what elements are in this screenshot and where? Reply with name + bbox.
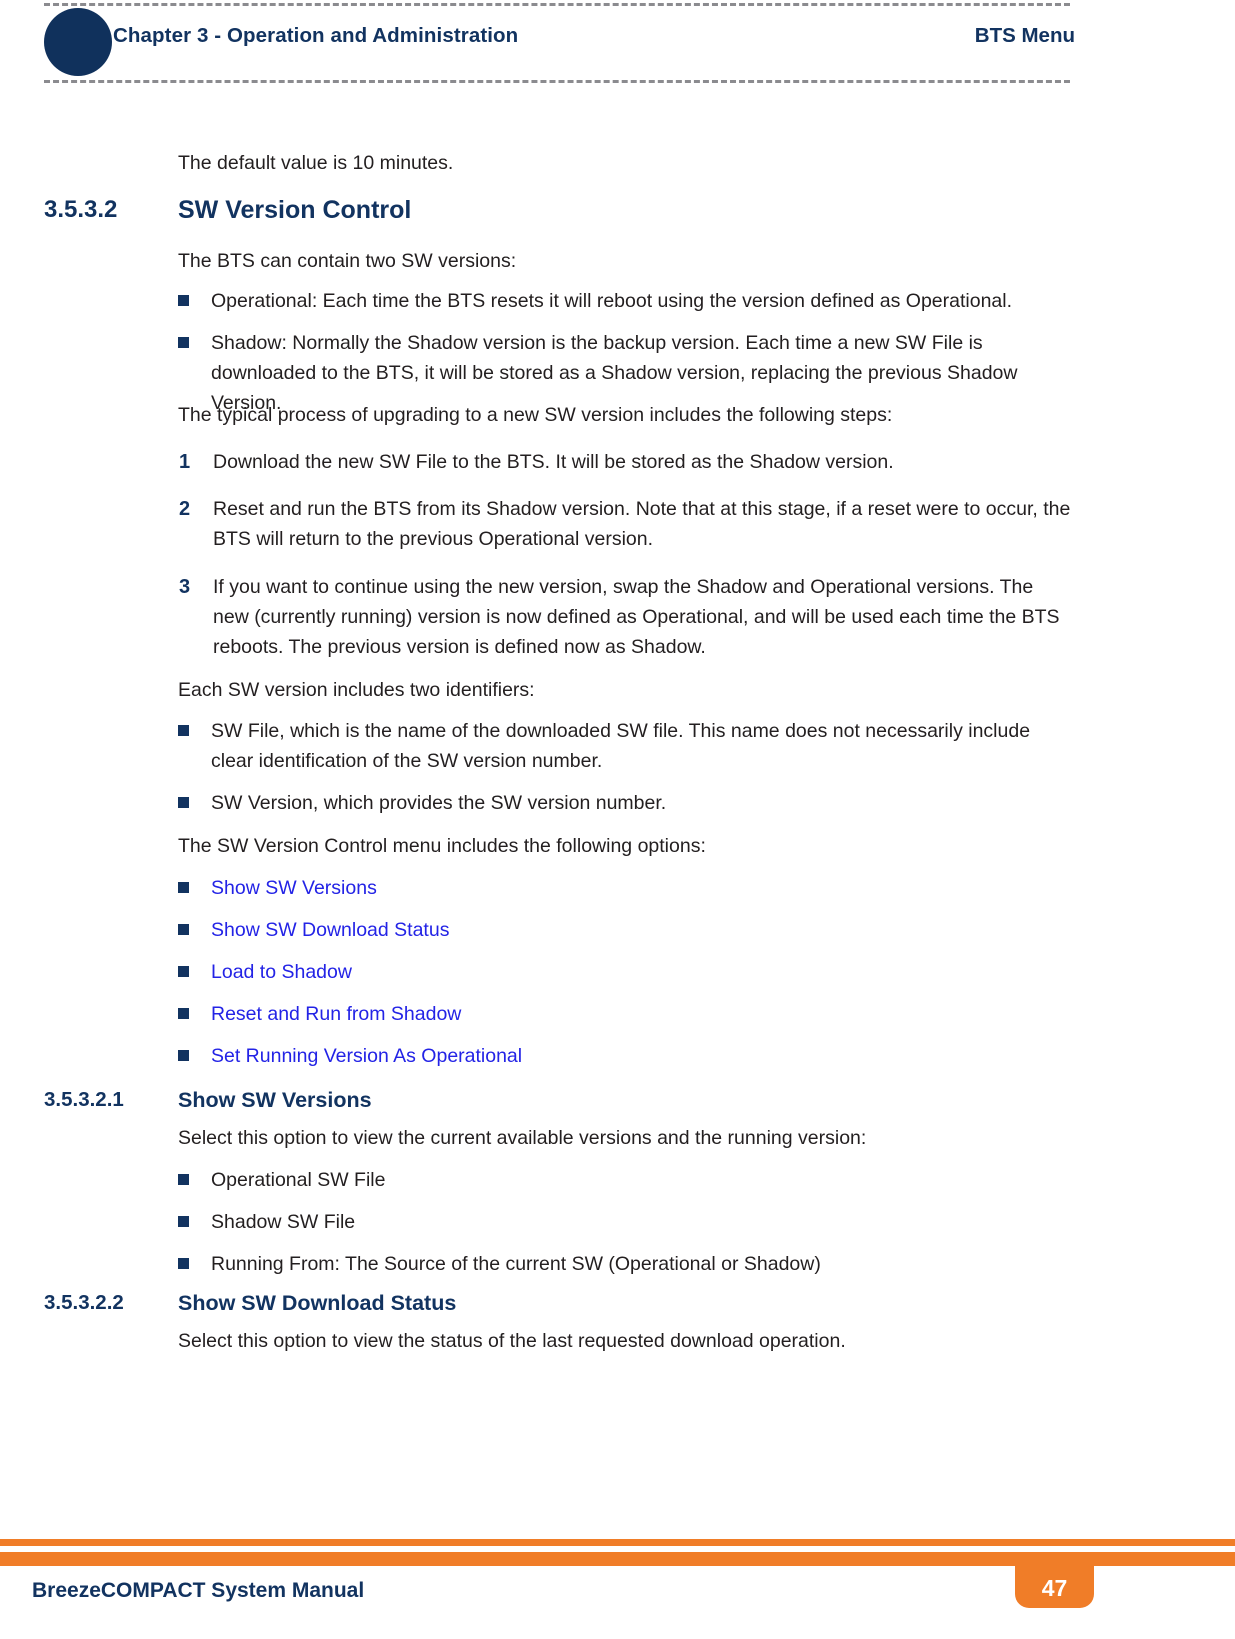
- step-label: If you want to continue using the new ve…: [213, 576, 1060, 658]
- list-item-label: Running From: The Source of the current …: [211, 1253, 821, 1275]
- page-footer: BreezeCOMPACT System Manual 47: [0, 1519, 1235, 1639]
- intro-paragraph: The default value is 10 minutes.: [178, 152, 454, 174]
- step-label: Reset and run the BTS from its Shadow ve…: [213, 498, 1071, 550]
- numbered-list-item: 3 If you want to continue using the new …: [178, 572, 1073, 662]
- square-bullet-icon: [178, 1008, 189, 1019]
- step-number: 3: [179, 576, 191, 598]
- paragraph-typical-process: The typical process of upgrading to a ne…: [178, 404, 893, 426]
- step-number: 2: [179, 498, 191, 520]
- page-number-badge: 47: [1015, 1552, 1094, 1608]
- page-header: Chapter 3 - Operation and Administration…: [0, 0, 1235, 92]
- heading-number: 3.5.3.2: [44, 196, 118, 223]
- paragraph-identifiers: Each SW version includes two identifiers…: [178, 679, 535, 701]
- square-bullet-icon: [178, 725, 189, 736]
- header-circle-decoration: [44, 8, 112, 76]
- header-chapter-title: Chapter 3 - Operation and Administration: [113, 24, 519, 47]
- menu-link-label[interactable]: Show SW Versions: [211, 873, 1073, 903]
- list-item-label: SW Version, which provides the SW versio…: [211, 792, 667, 814]
- square-bullet-icon: [178, 924, 189, 935]
- square-bullet-icon: [178, 295, 189, 306]
- paragraph-select-view: Select this option to view the current a…: [178, 1127, 867, 1149]
- list-item: Operational: Each time the BTS resets it…: [178, 286, 1073, 316]
- square-bullet-icon: [178, 797, 189, 808]
- list-item: Running From: The Source of the current …: [178, 1249, 1073, 1279]
- menu-link-item-show-sw-versions[interactable]: Show SW Versions: [178, 873, 1073, 903]
- paragraph-two-versions: The BTS can contain two SW versions:: [178, 250, 517, 272]
- step-label: Download the new SW File to the BTS. It …: [213, 451, 894, 473]
- menu-link-label[interactable]: Show SW Download Status: [211, 915, 1073, 945]
- paragraph-menu-options: The SW Version Control menu includes the…: [178, 835, 706, 857]
- menu-link-label[interactable]: Set Running Version As Operational: [211, 1041, 1073, 1071]
- heading-number: 3.5.3.2.1: [44, 1088, 124, 1111]
- square-bullet-icon: [178, 966, 189, 977]
- header-divider-bottom: [44, 80, 1070, 83]
- menu-link-item-reset-and-run-from-shadow[interactable]: Reset and Run from Shadow: [178, 999, 1073, 1029]
- step-number: 1: [179, 451, 191, 473]
- numbered-list-item: 2 Reset and run the BTS from its Shadow …: [178, 494, 1073, 554]
- list-item-label: Operational: Each time the BTS resets it…: [211, 290, 1013, 312]
- header-divider-top: [44, 3, 1070, 6]
- menu-link-item-set-running-version-as-operational[interactable]: Set Running Version As Operational: [178, 1041, 1073, 1071]
- heading-number: 3.5.3.2.2: [44, 1291, 124, 1314]
- square-bullet-icon: [178, 1258, 189, 1269]
- list-item-label: Shadow SW File: [211, 1211, 356, 1233]
- list-item-label: Operational SW File: [211, 1169, 386, 1191]
- list-item: Operational SW File: [178, 1165, 1073, 1195]
- list-item: SW Version, which provides the SW versio…: [178, 788, 1073, 818]
- menu-link-label[interactable]: Reset and Run from Shadow: [211, 999, 1073, 1029]
- menu-link-label[interactable]: Load to Shadow: [211, 957, 1073, 987]
- square-bullet-icon: [178, 1174, 189, 1185]
- list-item: Shadow SW File: [178, 1207, 1073, 1237]
- heading-text: Show SW Versions: [178, 1088, 372, 1112]
- menu-link-item-show-sw-download-status[interactable]: Show SW Download Status: [178, 915, 1073, 945]
- list-item: SW File, which is the name of the downlo…: [178, 716, 1073, 776]
- header-section-title: BTS Menu: [974, 24, 1075, 47]
- heading-text: Show SW Download Status: [178, 1291, 457, 1315]
- heading-text: SW Version Control: [178, 196, 412, 224]
- list-item-label: SW File, which is the name of the downlo…: [211, 720, 1031, 772]
- footer-rule-thin: [0, 1539, 1235, 1546]
- square-bullet-icon: [178, 337, 189, 348]
- square-bullet-icon: [178, 882, 189, 893]
- footer-manual-title: BreezeCOMPACT System Manual: [32, 1579, 365, 1602]
- menu-link-item-load-to-shadow[interactable]: Load to Shadow: [178, 957, 1073, 987]
- square-bullet-icon: [178, 1216, 189, 1227]
- square-bullet-icon: [178, 1050, 189, 1061]
- numbered-list-item: 1 Download the new SW File to the BTS. I…: [178, 447, 1073, 477]
- paragraph-download-status: Select this option to view the status of…: [178, 1330, 846, 1352]
